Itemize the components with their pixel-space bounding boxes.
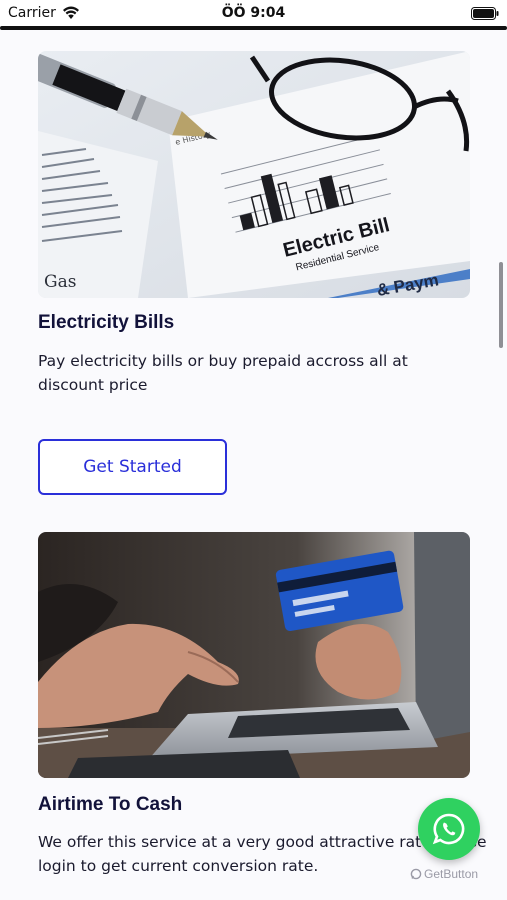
scrollbar[interactable] [499, 262, 503, 348]
gas-text: Gas [44, 272, 76, 292]
whatsapp-icon [432, 813, 465, 845]
status-divider [0, 26, 507, 30]
electricity-bill-image: Gas e History Electric Bill Residential … [38, 51, 470, 298]
chat-bubble-icon [410, 868, 422, 880]
whatsapp-chat-button[interactable] [418, 798, 480, 860]
getbutton-label[interactable]: GetButton [410, 867, 478, 881]
airtime-to-cash-image [38, 532, 470, 778]
battery-icon [471, 7, 499, 20]
status-bar: Carrier ÖÖ 9:04 [0, 0, 507, 30]
airtime-to-cash-title: Airtime To Cash [38, 794, 183, 815]
getbutton-text: GetButton [424, 867, 479, 881]
electricity-bills-title: Electricity Bills [38, 312, 175, 333]
status-time: ÖÖ 9:04 [221, 5, 286, 21]
get-started-button[interactable]: Get Started [38, 439, 227, 495]
electricity-bills-description: Pay electricity bills or buy prepaid acc… [38, 352, 408, 394]
